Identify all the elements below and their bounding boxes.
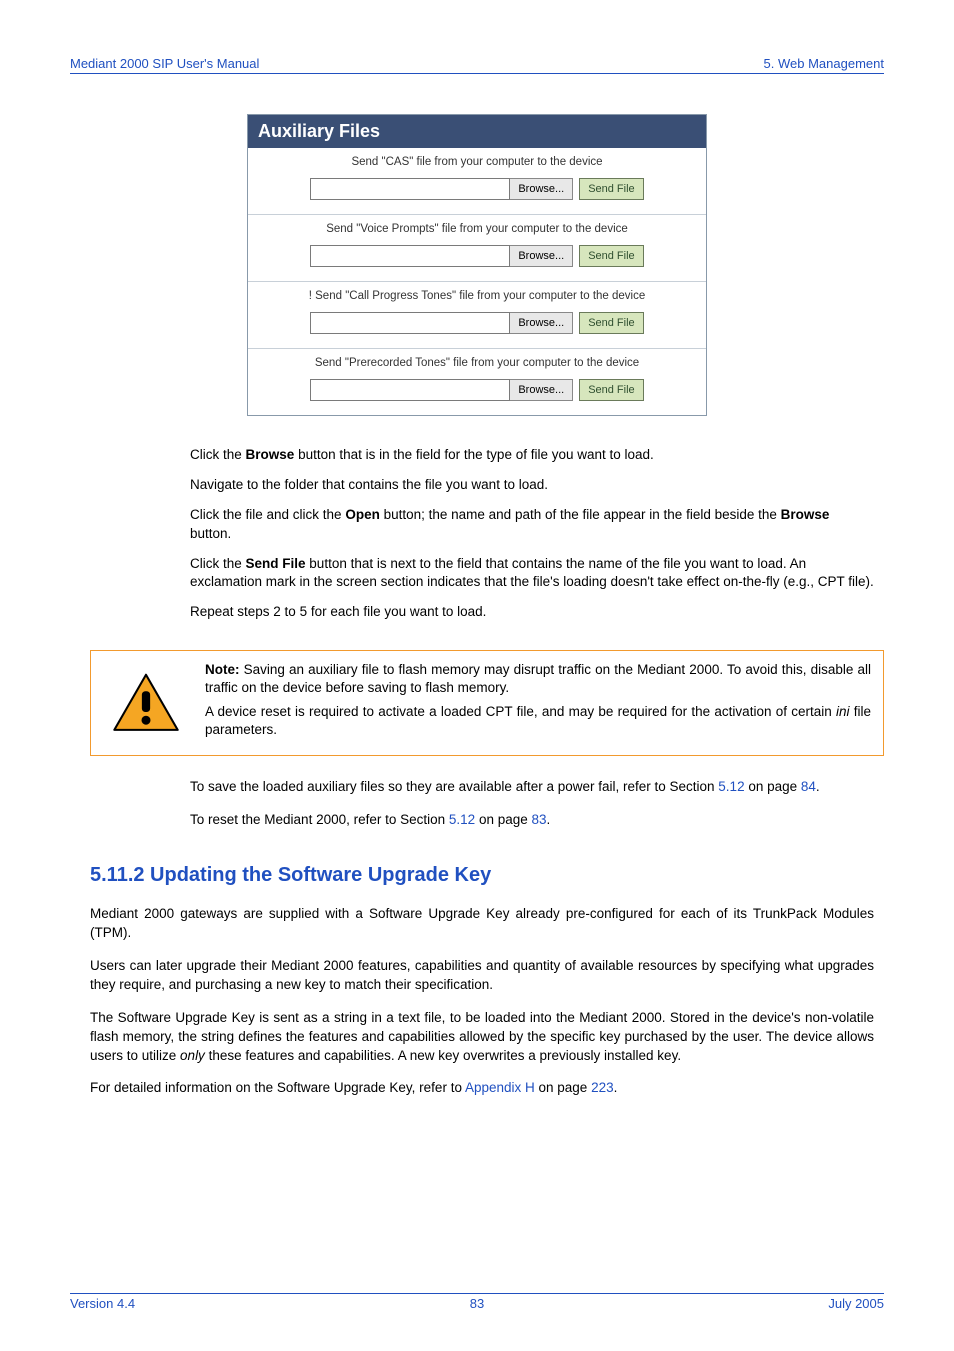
steps-block: Click the Browse button that is in the f… [190, 446, 874, 622]
prerecorded-file-input[interactable] [310, 379, 510, 401]
text: . [614, 1080, 618, 1095]
step-6: Repeat steps 2 to 5 for each file you wa… [190, 603, 874, 621]
aux-section-cpt: ! Send "Call Progress Tones" file from y… [248, 282, 706, 349]
prerecorded-browse-button[interactable]: Browse... [510, 379, 573, 401]
link-page-83[interactable]: 83 [532, 812, 547, 827]
voice-prompts-send-button[interactable]: Send File [579, 245, 643, 267]
text: Click the [190, 447, 246, 462]
text: Saving an auxiliary file to flash memory… [205, 662, 871, 695]
step-5: Click the Send File button that is next … [190, 555, 874, 591]
cas-file-input[interactable] [310, 178, 510, 200]
text: Click the [190, 556, 246, 571]
section-p2: Users can later upgrade their Mediant 20… [90, 957, 874, 995]
text-bold: Open [345, 507, 380, 522]
after-note-p2: To reset the Mediant 2000, refer to Sect… [190, 811, 874, 830]
header-right: 5. Web Management [764, 56, 884, 71]
aux-label-cas: Send "CAS" file from your computer to th… [258, 156, 696, 168]
aux-section-prerecorded: Send "Prerecorded Tones" file from your … [248, 349, 706, 415]
after-note-block: To save the loaded auxiliary files so th… [190, 778, 874, 830]
cpt-browse-button[interactable]: Browse... [510, 312, 573, 334]
aux-label-voice-prompts: Send "Voice Prompts" file from your comp… [258, 223, 696, 235]
prerecorded-send-button[interactable]: Send File [579, 379, 643, 401]
section-p1: Mediant 2000 gateways are supplied with … [90, 905, 874, 943]
text: on page [745, 779, 801, 794]
note-box: Note: Saving an auxiliary file to flash … [90, 650, 884, 757]
section-heading-5-11-2: 5.11.2 Updating the Software Upgrade Key [90, 864, 884, 887]
link-page-223[interactable]: 223 [591, 1080, 614, 1095]
text: button. [190, 526, 231, 541]
footer-right: July 2005 [828, 1296, 884, 1311]
voice-prompts-file-input[interactable] [310, 245, 510, 267]
section-p4: For detailed information on the Software… [90, 1079, 874, 1098]
aux-label-cpt: ! Send "Call Progress Tones" file from y… [258, 290, 696, 302]
text: Click the file and click the [190, 507, 345, 522]
note-content: Note: Saving an auxiliary file to flash … [201, 651, 883, 756]
text: . [547, 812, 551, 827]
text: button; the name and path of the file ap… [380, 507, 781, 522]
text: For detailed information on the Software… [90, 1080, 465, 1095]
text-italic: ini [836, 704, 850, 719]
text-bold: Browse [781, 507, 830, 522]
text: . [816, 779, 820, 794]
section-body: Mediant 2000 gateways are supplied with … [90, 905, 874, 1098]
aux-section-cas: Send "CAS" file from your computer to th… [248, 148, 706, 215]
text: To reset the Mediant 2000, refer to Sect… [190, 812, 449, 827]
aux-section-voice-prompts: Send "Voice Prompts" file from your comp… [248, 215, 706, 282]
text-bold: Browse [246, 447, 295, 462]
step-4: Click the file and click the Open button… [190, 506, 874, 542]
aux-label-prerecorded: Send "Prerecorded Tones" file from your … [258, 357, 696, 369]
text: button that is in the field for the type… [294, 447, 653, 462]
voice-prompts-browse-button[interactable]: Browse... [510, 245, 573, 267]
link-appendix-h[interactable]: Appendix H [465, 1080, 535, 1095]
link-section-512b[interactable]: 5.12 [449, 812, 475, 827]
text: on page [535, 1080, 591, 1095]
cpt-send-button[interactable]: Send File [579, 312, 643, 334]
page-footer: Version 4.4 83 July 2005 [70, 1293, 884, 1311]
note-para-1: Note: Saving an auxiliary file to flash … [205, 661, 871, 697]
text-bold: Send File [246, 556, 306, 571]
after-note-p1: To save the loaded auxiliary files so th… [190, 778, 874, 797]
step-3: Navigate to the folder that contains the… [190, 476, 874, 494]
text: on page [475, 812, 531, 827]
link-section-512[interactable]: 5.12 [718, 779, 744, 794]
header-left: Mediant 2000 SIP User's Manual [70, 56, 259, 71]
text-italic: only [180, 1048, 205, 1063]
auxiliary-files-title: Auxiliary Files [248, 115, 706, 148]
auxiliary-files-panel: Auxiliary Files Send "CAS" file from you… [247, 114, 707, 416]
footer-center: 83 [470, 1296, 484, 1311]
cpt-file-input[interactable] [310, 312, 510, 334]
note-para-2: A device reset is required to activate a… [205, 703, 871, 739]
note-label: Note: [205, 662, 240, 677]
link-page-84[interactable]: 84 [801, 779, 816, 794]
text: To save the loaded auxiliary files so th… [190, 779, 718, 794]
page-header: Mediant 2000 SIP User's Manual 5. Web Ma… [70, 56, 884, 74]
cas-browse-button[interactable]: Browse... [510, 178, 573, 200]
footer-left: Version 4.4 [70, 1296, 135, 1311]
step-2: Click the Browse button that is in the f… [190, 446, 874, 464]
text: A device reset is required to activate a… [205, 704, 836, 719]
text: these features and capabilities. A new k… [205, 1048, 681, 1063]
note-icon-cell [91, 651, 201, 756]
section-p3: The Software Upgrade Key is sent as a st… [90, 1009, 874, 1066]
cas-send-button[interactable]: Send File [579, 178, 643, 200]
warning-icon [110, 672, 182, 734]
